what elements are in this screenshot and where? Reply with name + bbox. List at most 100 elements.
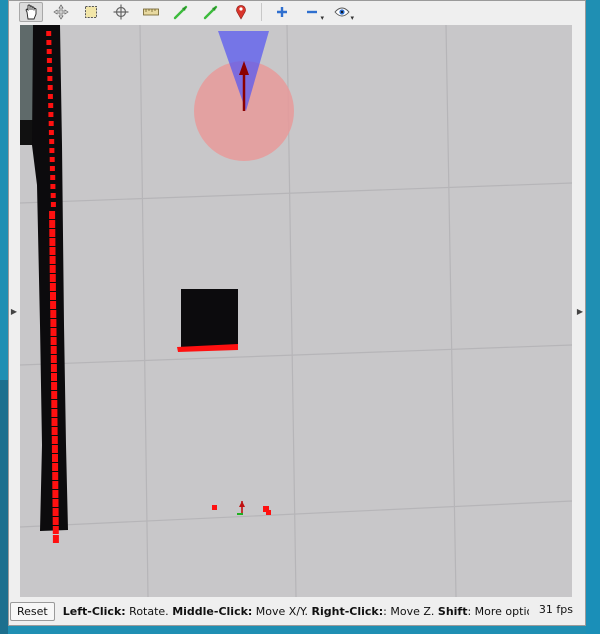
laser-point [50,202,56,207]
nav-goal-tool-button[interactable] [199,2,223,22]
pose-estimate-tool-button[interactable] [169,2,193,22]
laser-point [51,436,58,444]
grid [20,25,572,597]
laser-point [52,472,59,480]
eye-view-icon [334,7,350,17]
select-tool-button[interactable] [79,2,103,22]
laser-point [52,526,59,534]
laser-point [51,409,58,417]
laser-point [48,103,54,108]
laser-point [46,49,52,54]
map-obstacle-block [20,120,34,145]
map-cell-strip [20,25,34,120]
laser-point [52,463,59,471]
laser-point [50,292,56,300]
laser-point [52,517,59,525]
laser-point [212,505,217,510]
laser-point [52,481,59,489]
laser-point [50,193,56,198]
laser-point [266,510,271,515]
help-shift-action: : More options. [467,604,528,618]
laser-point [51,445,58,453]
laser-point [52,490,59,498]
toolbar-separator [261,3,262,21]
laser-point [46,40,52,45]
help-right-click-key: Right-Click: [311,604,384,618]
laser-point [52,508,59,516]
scene-svg [20,25,572,597]
laser-point [47,67,53,72]
laser-point [50,337,57,345]
help-middle-click-key: Middle-Click: [172,604,253,618]
measure-icon [143,8,159,16]
laser-point [50,319,57,327]
laser-point [47,76,53,81]
laser-point [49,229,56,237]
collapse-left-panel-arrow-icon[interactable]: ▶ [10,305,18,317]
chevron-down-icon: ▾ [350,14,354,22]
status-bar: Reset Left-Click: Rotate. Middle-Click: … [9,599,585,623]
laser-point [52,454,58,462]
desktop-background [0,380,8,634]
box-obstacle [181,289,238,347]
measure-tool-button[interactable] [139,2,163,22]
collapse-right-panel-arrow-icon[interactable]: ▶ [576,305,584,317]
remove-tool-icon [307,10,317,14]
laser-point [50,175,56,180]
laser-point [50,355,57,363]
help-middle-click-action: Move X/Y. [252,604,312,618]
tf-axis-arrowhead [239,501,245,507]
interact-icon [25,4,37,20]
laser-point [49,166,55,171]
help-text: Left-Click: Rotate. Middle-Click: Move X… [63,605,529,618]
help-shift-key: Shift [437,604,468,618]
remove-tool-button[interactable]: ▾ [300,2,324,22]
help-left-click-action: Rotate. [125,604,173,618]
select-icon [85,6,97,18]
laser-point [52,499,59,507]
laser-point [47,94,53,99]
fps-counter: 31 fps [538,603,573,616]
laser-point [46,31,52,36]
laser-point [50,310,57,318]
move-camera-tool-button[interactable] [49,2,73,22]
2d-nav-goal-icon [203,5,218,20]
reset-button[interactable]: Reset [10,601,55,621]
focus-camera-tool-button[interactable] [109,2,133,22]
view-options-button[interactable]: ▾ [330,2,354,22]
tools-toolbar: ▾ ▾ [9,1,585,23]
add-tool-button[interactable] [270,2,294,22]
laser-point [48,130,54,135]
laser-point [49,220,56,228]
help-left-click-key: Left-Click: [62,604,126,618]
laser-point [47,85,53,90]
move-camera-icon [53,4,69,20]
laser-point [49,265,56,273]
2d-pose-estimate-icon [173,5,188,20]
laser-point [50,184,56,189]
laser-point [49,157,55,162]
laser-point [51,418,58,426]
laser-point [48,112,54,117]
interact-tool-button[interactable] [19,2,43,22]
laser-point [50,346,57,354]
publish-point-tool-button[interactable] [229,2,253,22]
laser-point [49,274,56,282]
add-tool-icon [277,7,287,17]
laser-point [50,301,57,309]
3d-render-viewport[interactable] [20,25,572,597]
laser-point [52,535,59,543]
laser-point [49,283,56,291]
laser-point [49,139,55,144]
laser-point [49,256,56,264]
laser-point [50,364,57,372]
laser-point [50,328,57,336]
laser-point [49,247,56,255]
help-right-click-action: : Move Z. [383,604,438,618]
laser-point [49,238,56,246]
chevron-down-icon: ▾ [320,14,324,22]
laser-point [51,427,58,435]
laser-point [51,391,58,399]
laser-point [51,373,57,381]
laser-point [49,148,55,153]
